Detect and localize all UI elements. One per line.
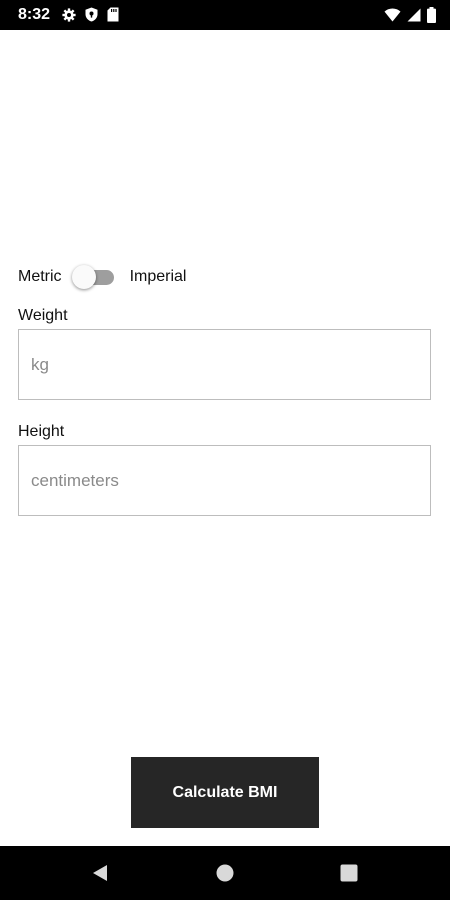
height-input[interactable] (19, 446, 430, 515)
wifi-icon (384, 8, 401, 22)
back-icon[interactable] (91, 864, 109, 882)
calculate-bmi-label: Calculate BMI (172, 783, 278, 801)
sd-card-icon (107, 7, 119, 22)
height-field[interactable] (18, 445, 431, 516)
height-label: Height (18, 423, 65, 440)
navigation-bar (0, 846, 450, 900)
status-right-icons (384, 7, 436, 23)
calculate-bmi-button[interactable]: Calculate BMI (131, 757, 319, 828)
status-time: 8:32 (18, 6, 51, 23)
status-left-icons (62, 7, 119, 22)
weight-label: Weight (18, 307, 68, 324)
unit-switch[interactable] (71, 264, 116, 290)
home-icon[interactable] (216, 864, 234, 882)
unit-toggle-row: Metric Imperial (18, 264, 186, 290)
recents-icon[interactable] (340, 864, 358, 882)
gear-icon (62, 7, 76, 22)
status-bar: 8:32 (0, 0, 450, 30)
imperial-label: Imperial (129, 268, 187, 285)
weight-field[interactable] (18, 329, 431, 400)
metric-label: Metric (18, 268, 62, 285)
signal-icon (407, 8, 421, 22)
battery-icon (427, 7, 436, 23)
weight-input[interactable] (19, 330, 430, 399)
unit-switch-thumb[interactable] (71, 265, 96, 289)
shield-icon (85, 7, 98, 22)
